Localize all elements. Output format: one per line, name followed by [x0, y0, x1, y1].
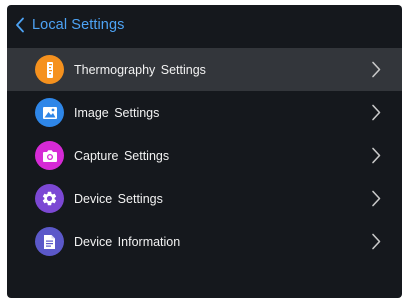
menu-item-thermography-settings[interactable]: Thermography Settings — [7, 48, 402, 91]
menu-item-capture-settings[interactable]: Capture Settings — [7, 134, 402, 177]
image-icon — [35, 98, 64, 127]
menu-item-label: Device Settings — [74, 191, 163, 206]
menu-item-label: Image Settings — [74, 105, 160, 120]
menu-item-device-information[interactable]: Device Information — [7, 220, 402, 263]
back-button[interactable]: Local Settings — [15, 10, 125, 40]
chevron-right-icon — [371, 104, 381, 121]
page-title: Local Settings — [32, 17, 125, 33]
chevron-right-icon — [371, 147, 381, 164]
menu-item-image-settings[interactable]: Image Settings — [7, 91, 402, 134]
settings-screen: Local Settings Thermography Settings Ima… — [7, 5, 402, 298]
chevron-left-icon — [15, 17, 25, 33]
chevron-right-icon — [371, 190, 381, 207]
menu-item-label: Capture Settings — [74, 148, 170, 163]
settings-menu: Thermography Settings Image Settings Cap… — [7, 48, 402, 263]
menu-item-label: Thermography Settings — [74, 62, 206, 77]
menu-item-device-settings[interactable]: Device Settings — [7, 177, 402, 220]
camera-icon — [35, 141, 64, 170]
gear-icon — [35, 184, 64, 213]
header: Local Settings — [7, 5, 402, 45]
chevron-right-icon — [371, 61, 381, 78]
thermometer-icon — [35, 55, 64, 84]
menu-item-label: Device Information — [74, 234, 181, 249]
chevron-right-icon — [371, 233, 381, 250]
document-icon — [35, 227, 64, 256]
